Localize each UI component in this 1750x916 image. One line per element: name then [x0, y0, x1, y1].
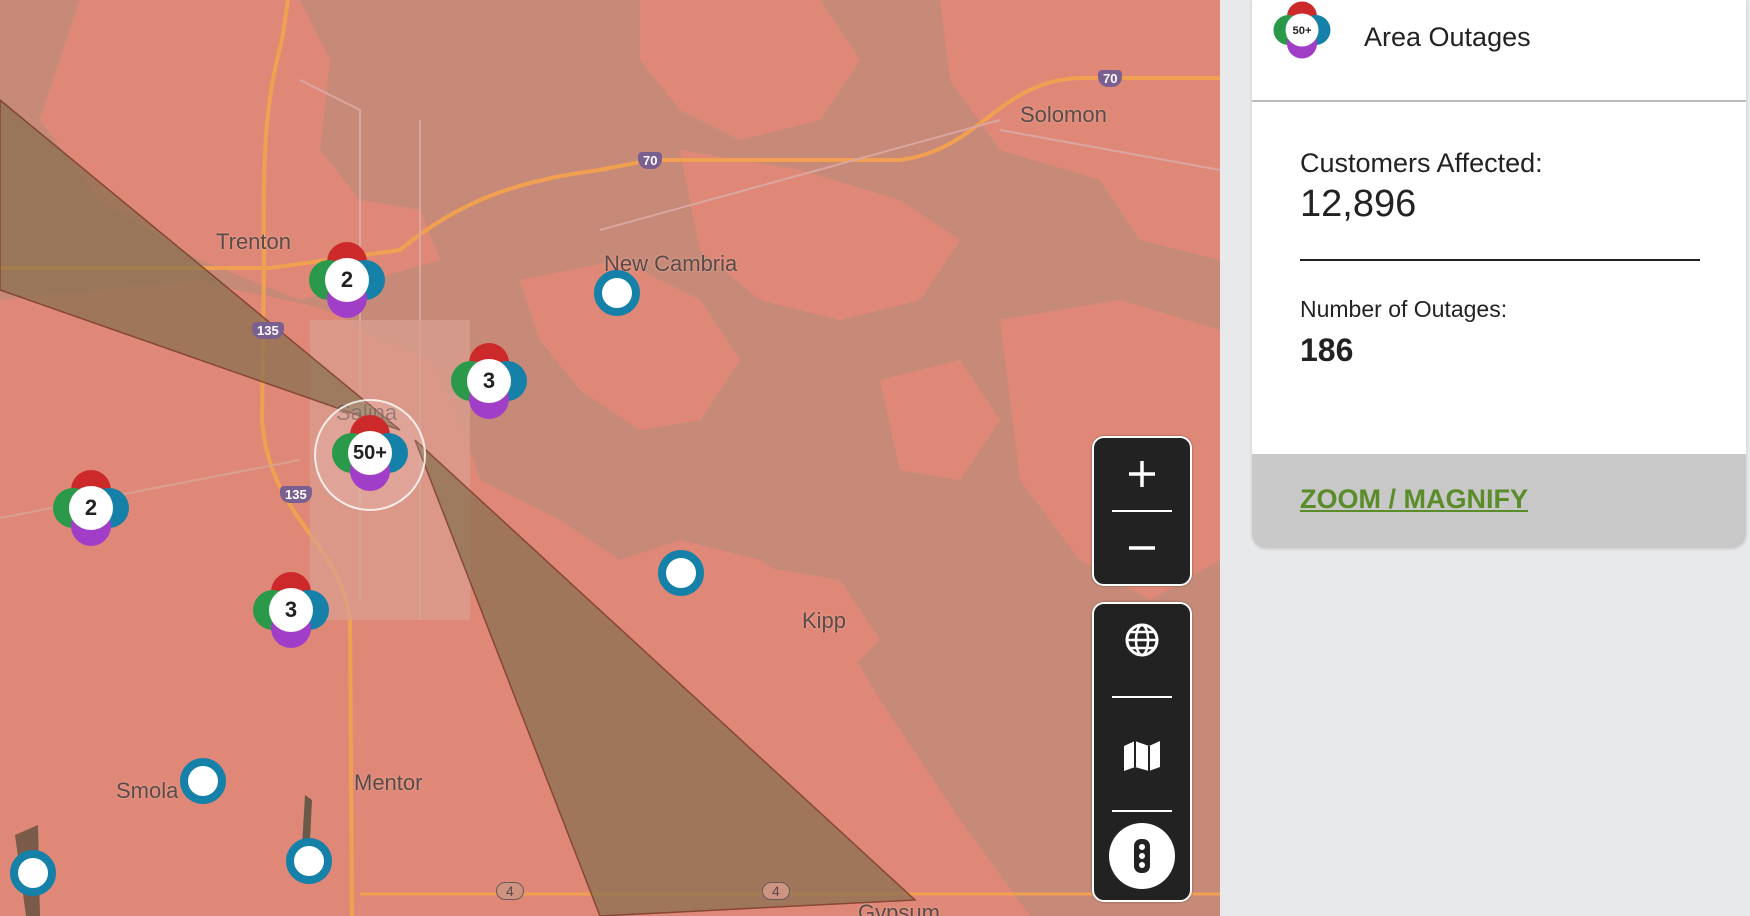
legend-button[interactable]: [1094, 812, 1190, 900]
panel-header: 50+ Area Outages: [1252, 0, 1746, 102]
zoom-controls: [1092, 436, 1192, 586]
customers-affected-label: Customers Affected:: [1300, 148, 1543, 178]
outage-pin[interactable]: [180, 758, 226, 804]
outage-area: [940, 0, 1220, 260]
place-label: Solomon: [1020, 102, 1107, 127]
globe-button[interactable]: [1094, 604, 1190, 676]
place-label: Gypsum: [858, 900, 940, 916]
map-icon: [1124, 741, 1160, 771]
outage-pin[interactable]: [658, 550, 704, 596]
zoom-out-button[interactable]: [1094, 512, 1190, 584]
state-route-shield: 4: [496, 882, 524, 900]
cluster-count: 50+: [348, 431, 392, 475]
icon-count: 50+: [1285, 13, 1319, 47]
place-label: Kipp: [802, 608, 847, 633]
zoom-in-button[interactable]: [1094, 438, 1190, 510]
outage-cluster[interactable]: 3: [251, 570, 331, 650]
panel-footer: ZOOM / MAGNIFY: [1252, 454, 1746, 548]
cluster-count: 3: [269, 588, 313, 632]
customers-affected-value: 12,896: [1300, 183, 1417, 225]
outage-area: [680, 150, 960, 320]
outages-count-value: 186: [1300, 332, 1354, 368]
zoom-magnify-link[interactable]: ZOOM / MAGNIFY: [1300, 484, 1528, 515]
globe-icon: [1125, 623, 1159, 657]
area-outage-icon: 50+: [1272, 0, 1332, 60]
outage-pin[interactable]: [10, 850, 56, 896]
outage-area: [880, 360, 1000, 480]
divider: [1300, 259, 1700, 261]
interstate-shield: 135: [252, 322, 284, 339]
place-label: Trenton: [216, 229, 292, 254]
outage-map[interactable]: Trenton New Cambria Solomon Salina Kipp …: [0, 0, 1220, 916]
outage-pin[interactable]: [594, 270, 640, 316]
minus-icon: [1129, 546, 1155, 550]
cluster-count: 2: [69, 486, 113, 530]
panel-title: Area Outages: [1364, 22, 1531, 52]
outage-cluster[interactable]: 2: [51, 468, 131, 548]
outage-cluster[interactable]: 3: [449, 341, 529, 421]
outage-info-panel: 50+ Area Outages Customers Affected: 12,…: [1252, 0, 1746, 548]
map-button[interactable]: [1094, 718, 1190, 790]
layer-controls: [1092, 602, 1192, 902]
outage-area: [640, 0, 860, 140]
cluster-count: 2: [325, 258, 369, 302]
cluster-count: 3: [467, 359, 511, 403]
outage-cluster[interactable]: 50+: [330, 413, 410, 493]
place-label: Smola: [116, 778, 179, 803]
state-route-shield: 4: [762, 882, 790, 900]
traffic-light-icon: [1134, 839, 1150, 873]
outage-cluster[interactable]: 2: [307, 240, 387, 320]
place-label: Mentor: [354, 770, 423, 795]
outages-count-label: Number of Outages:: [1300, 296, 1508, 322]
interstate-shield: 135: [280, 486, 312, 503]
plus-icon: [1129, 461, 1155, 487]
outage-pin[interactable]: [286, 838, 332, 884]
